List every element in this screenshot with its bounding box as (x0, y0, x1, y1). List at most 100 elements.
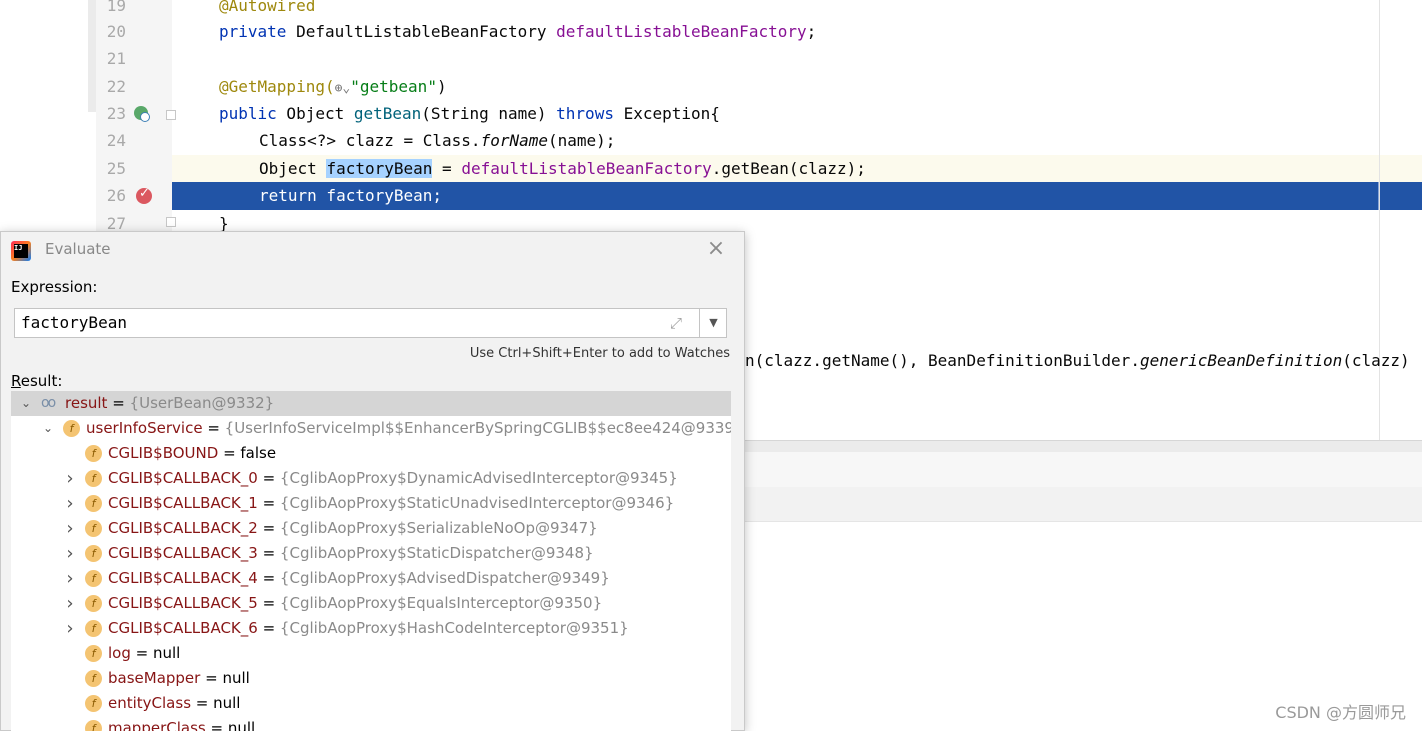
equals-sign: = (107, 394, 130, 412)
globe-icon[interactable]: ⊕⌄ (335, 81, 351, 96)
field-icon: f (85, 620, 102, 637)
code-token: Object (276, 104, 354, 123)
close-icon[interactable]: × (705, 238, 727, 260)
tree-row-text: CGLIB$CALLBACK_5 = {CglibAopProxy$Equals… (108, 591, 602, 616)
variable-name: CGLIB$CALLBACK_3 (108, 544, 258, 562)
line-number: 23 (106, 104, 126, 123)
equals-sign: = (257, 594, 280, 612)
field-icon: f (85, 495, 102, 512)
field-icon: f (85, 595, 102, 612)
tree-row[interactable]: f log = null (11, 641, 731, 666)
tree-row[interactable]: f CGLIB$BOUND = false (11, 441, 731, 466)
debug-frames-header (745, 487, 1422, 522)
tree-row[interactable]: › f CGLIB$CALLBACK_4 = {CglibAopProxy$Advi… (11, 566, 731, 591)
expression-field[interactable]: ⤢ ▼ (14, 308, 727, 338)
variable-name: baseMapper (108, 669, 201, 687)
tree-row[interactable]: f mapperClass = null (11, 716, 731, 731)
field-icon: f (85, 520, 102, 537)
tree-row[interactable]: › f CGLIB$CALLBACK_0 = {CglibAopProxy$Dyna… (11, 466, 731, 491)
equals-sign: = (200, 669, 223, 687)
tree-row[interactable]: › f CGLIB$CALLBACK_1 = {CglibAopProxy$Stat… (11, 491, 731, 516)
tree-row[interactable]: ⌄ oo result = {UserBean@9332} (11, 391, 731, 416)
variable-name: userInfoService (86, 419, 203, 437)
chevron-right-icon[interactable]: › (63, 491, 77, 516)
tree-row-text: CGLIB$CALLBACK_4 = {CglibAopProxy$Advise… (108, 566, 610, 591)
result-label: Result: (11, 372, 62, 390)
result-tree[interactable]: ⌄ oo result = {UserBean@9332} ⌄ f userInfoSer… (11, 391, 731, 731)
code-line: private DefaultListableBeanFactory defau… (172, 18, 1422, 45)
variable-value: null (152, 644, 181, 662)
variable-value: {CglibAopProxy$AdvisedDispatcher@9349} (279, 569, 610, 587)
chevron-right-icon[interactable]: › (63, 616, 77, 641)
evaluate-dialog: IJ Evaluate × Expression: ⤢ ▼ Use Ctrl+S… (0, 231, 745, 731)
intellij-logo-icon: IJ (11, 241, 31, 261)
variable-name: CGLIB$CALLBACK_6 (108, 619, 258, 637)
tree-row-text: CGLIB$CALLBACK_3 = {CglibAopProxy$Static… (108, 541, 594, 566)
code-token: ; (806, 22, 817, 41)
field-icon: f (85, 470, 102, 487)
variable-value: null (227, 719, 256, 731)
highlighted-variable: factoryBean (326, 159, 433, 178)
field-icon: f (63, 420, 80, 437)
dialog-title: Evaluate (45, 240, 111, 258)
equals-sign: = (257, 619, 280, 637)
tree-row[interactable]: f entityClass = null (11, 691, 731, 716)
variable-value: {CglibAopProxy$StaticUnadvisedIntercepto… (279, 494, 675, 512)
equals-sign: = (202, 419, 225, 437)
tree-row[interactable]: › f CGLIB$CALLBACK_6 = {CglibAopProxy$Hash… (11, 616, 731, 641)
variable-name: CGLIB$CALLBACK_5 (108, 594, 258, 612)
equals-sign: = (191, 694, 214, 712)
code-token: private (219, 22, 287, 41)
equals-sign: = (257, 469, 280, 487)
chevron-right-icon[interactable]: › (63, 566, 77, 591)
result-label-text: esult: (20, 372, 63, 390)
equals-sign: = (257, 544, 280, 562)
variable-value: {CglibAopProxy$DynamicAdvisedInterceptor… (279, 469, 678, 487)
tree-row-text: CGLIB$BOUND = false (108, 441, 276, 466)
variable-value: {UserBean@9332} (129, 394, 275, 412)
chevron-down-icon[interactable]: ⌄ (41, 416, 55, 441)
tree-row-text: log = null (108, 641, 180, 666)
tree-row[interactable]: › f CGLIB$CALLBACK_5 = {CglibAopProxy$Equa… (11, 591, 731, 616)
tree-row[interactable]: ⌄ f userInfoService = {UserInfoServiceImpl… (11, 416, 731, 441)
equals-sign: = (257, 519, 280, 537)
variable-value: {CglibAopProxy$SerializableNoOp@9347} (279, 519, 598, 537)
line-number: 22 (106, 77, 126, 96)
code-line: return factoryBean; (172, 182, 1422, 209)
code-token: n(clazz.getName(), BeanDefinitionBuilder… (745, 351, 1140, 370)
equals-sign: = (257, 569, 280, 587)
gutter-strip (88, 0, 96, 112)
tree-row-text: CGLIB$CALLBACK_6 = {CglibAopProxy$HashCo… (108, 616, 629, 641)
line-number: 26 (106, 186, 126, 205)
code-token: @Autowired (219, 0, 316, 15)
variable-value: {CglibAopProxy$HashCodeInterceptor@9351} (279, 619, 629, 637)
code-token: throws (556, 104, 614, 123)
chevron-right-icon[interactable]: › (63, 541, 77, 566)
code-line: n(clazz.getName(), BeanDefinitionBuilder… (745, 347, 1422, 374)
breakpoint-icon[interactable]: ✓ (136, 186, 152, 204)
variable-value: {UserInfoServiceImpl$$EnhancerBySpringCG… (224, 419, 731, 437)
code-token: (clazz) (1342, 351, 1410, 370)
code-token: return factoryBean; (259, 186, 443, 205)
chevron-right-icon[interactable]: › (63, 591, 77, 616)
tree-row[interactable]: f baseMapper = null (11, 666, 731, 691)
dialog-titlebar[interactable]: IJ Evaluate × (1, 232, 744, 268)
history-dropdown-button[interactable]: ▼ (699, 309, 727, 337)
tree-row[interactable]: › f CGLIB$CALLBACK_3 = {CglibAopProxy$Stat… (11, 541, 731, 566)
code-token: .getBean(clazz); (711, 159, 866, 178)
run-endpoint-icon[interactable] (134, 106, 150, 122)
variable-value: false (240, 444, 277, 462)
expand-icon[interactable]: ⤢ (667, 314, 685, 332)
expression-input[interactable] (21, 309, 661, 337)
chevron-down-icon[interactable]: ⌄ (19, 391, 33, 416)
equals-sign: = (218, 444, 241, 462)
field-icon: f (85, 445, 102, 462)
variable-name: mapperClass (108, 719, 206, 731)
equals-sign: = (257, 494, 280, 512)
chevron-right-icon[interactable]: › (63, 466, 77, 491)
debug-toolbar (745, 452, 1422, 488)
variable-name: CGLIB$CALLBACK_4 (108, 569, 258, 587)
code-token: DefaultListableBeanFactory (286, 22, 557, 41)
chevron-right-icon[interactable]: › (63, 516, 77, 541)
tree-row[interactable]: › f CGLIB$CALLBACK_2 = {CglibAopProxy$Seri… (11, 516, 731, 541)
